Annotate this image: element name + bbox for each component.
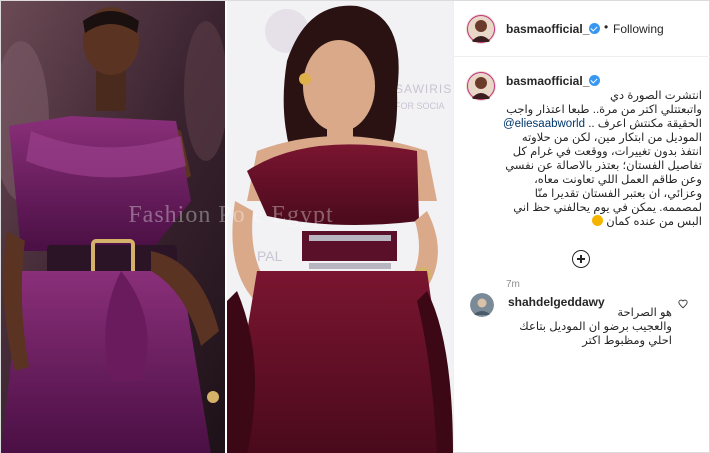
- comment-line: هو الصراحة: [617, 307, 672, 319]
- caption-text: انتشرت الصورة دي واتبعتتلي اكتر من مرة..…: [500, 89, 702, 229]
- caption-line: وعن طاقم العمل اللي تعاونت معاه،: [534, 174, 702, 186]
- caption-verified-badge-icon: [589, 75, 600, 86]
- header-separator: •: [604, 20, 609, 34]
- plus-circle-icon[interactable]: [572, 250, 590, 268]
- svg-text:FOR SOCIA: FOR SOCIA: [395, 101, 445, 111]
- caption-line: تفاصيل الفستان؛ بعتذر بالاصالة عن نفسي: [505, 160, 702, 172]
- caption-line: البس من عنده كمان: [500, 215, 702, 229]
- author-avatar[interactable]: [466, 14, 496, 44]
- caption-line: واتبعتتلي اكتر من مرة.. طبعا اعتذار واجب: [506, 104, 702, 116]
- svg-text:SAWIRIS: SAWIRIS: [395, 82, 452, 96]
- caption-timestamp[interactable]: 7m: [506, 279, 520, 290]
- svg-text:PAL: PAL: [257, 248, 283, 264]
- caption-line: انتشرت الصورة دي: [610, 90, 702, 102]
- following-button[interactable]: Following: [613, 22, 664, 36]
- caption-line: انتفذ بدون تغييرات، ووقعت في غرام كل: [512, 146, 702, 158]
- caption-author-avatar[interactable]: [466, 71, 496, 101]
- caption-avatar-image: [466, 71, 496, 101]
- photo-watermark: Fashion Po e Egypt: [128, 202, 334, 228]
- author-username[interactable]: basmaofficial_: [506, 22, 589, 36]
- author-avatar-image: [466, 14, 496, 44]
- comment-item: shahdelgeddawy هو الصراحة والعجيب برضو ا…: [454, 291, 710, 351]
- heart-icon[interactable]: [678, 299, 688, 309]
- comment-text: هو الصراحة والعجيب برضو ان الموديل بتاعك…: [484, 306, 672, 348]
- caption-username[interactable]: basmaofficial_: [506, 74, 589, 88]
- caption-line-text: البس من عنده كمان: [606, 216, 702, 228]
- heart-icon-shape: [678, 299, 688, 309]
- comment-line: والعجيب برضو ان الموديل بتاعك: [519, 321, 672, 333]
- verified-badge-icon: [589, 23, 600, 34]
- caption-line: الحقيقة مكنتش اعرف .. @eliesaabworld: [500, 117, 702, 131]
- caption-line: وعزائي، ان بعتبر الفستان تقديرا منّا: [534, 188, 702, 200]
- mention-link[interactable]: @eliesaabworld: [503, 118, 585, 130]
- post-media[interactable]: SAWIRIS FOR SOCIA PAL Ba: [1, 1, 453, 453]
- caption-line: لمصممه. يمكن في يوم يحالفني حظ اني: [513, 202, 702, 214]
- heart-eyes-emoji-icon: [592, 215, 603, 226]
- post-sidebar: basmaofficial_ • Following basmaofficial…: [453, 1, 710, 453]
- instagram-post: SAWIRIS FOR SOCIA PAL Ba: [0, 0, 710, 453]
- comment-line: احلي ومظبوط اكتر: [582, 335, 672, 347]
- post-header: basmaofficial_ • Following: [454, 1, 710, 57]
- caption-line: الموديل من ابتكار مين، لكن من حلاوته: [521, 132, 702, 144]
- caption-line-text: الحقيقة مكنتش اعرف ..: [588, 118, 702, 130]
